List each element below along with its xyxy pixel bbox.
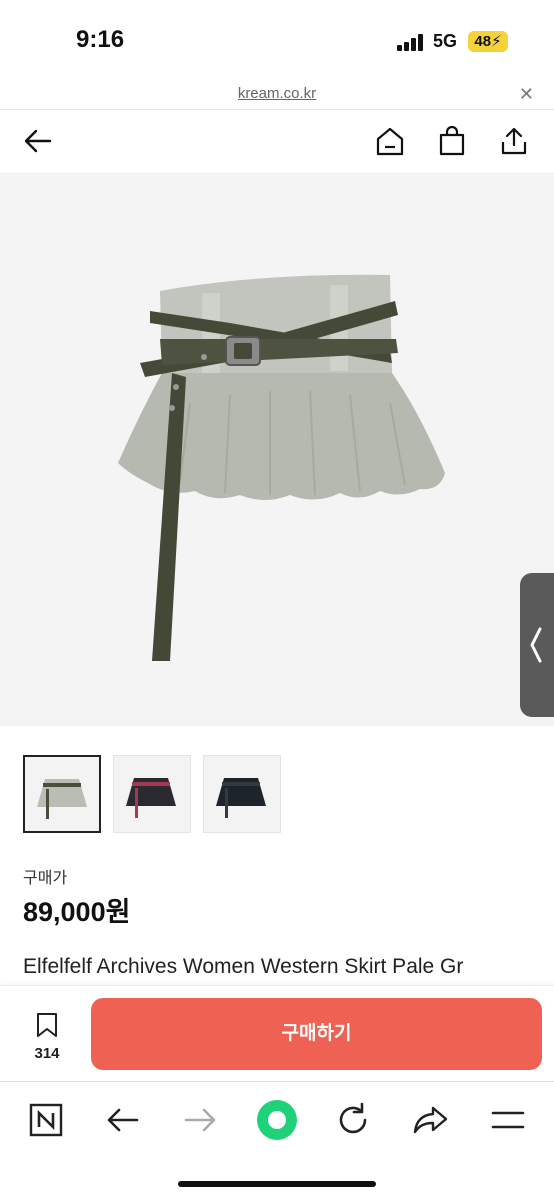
home-icon[interactable] — [374, 125, 406, 157]
back-arrow-icon[interactable] — [22, 125, 54, 157]
network-label: 5G — [433, 31, 458, 51]
share-icon[interactable] — [498, 125, 530, 157]
wishlist-count: 314 — [34, 1045, 60, 1062]
url-bar[interactable]: kream.co.kr ✕ — [0, 80, 554, 110]
chevron-left-icon[interactable] — [520, 573, 554, 717]
shopping-bag-icon[interactable] — [436, 125, 468, 157]
side-panel-tab[interactable] — [520, 573, 554, 717]
thumbnail-strip — [0, 726, 554, 844]
buy-bar: 314 구매하기 — [0, 985, 554, 1080]
naver-icon[interactable] — [24, 1100, 68, 1140]
thumbnail-image — [37, 779, 87, 819]
buy-button[interactable]: 구매하기 — [91, 998, 542, 1070]
home-indicator — [178, 1181, 376, 1187]
price-label: 구매가 — [23, 870, 68, 887]
app-header — [0, 111, 554, 173]
signal-icon — [397, 33, 427, 51]
menu-icon[interactable] — [486, 1100, 530, 1140]
thumbnail-black-red[interactable] — [113, 755, 191, 833]
thumbnail-pale-gray[interactable] — [23, 755, 101, 833]
skirt-illustration — [118, 274, 445, 661]
product-title: Elfelfelf Archives Women Western Skirt P… — [23, 955, 464, 978]
reload-icon[interactable] — [332, 1100, 376, 1140]
wishlist-button[interactable]: 314 — [22, 1012, 72, 1062]
bookmark-icon[interactable] — [35, 1012, 59, 1038]
product-image[interactable] — [0, 173, 554, 726]
thumbnail-image — [126, 778, 176, 818]
price-value: 89,000원 — [23, 897, 131, 927]
close-icon[interactable]: ✕ — [519, 84, 534, 105]
share-icon[interactable] — [409, 1100, 453, 1140]
green-dot-icon[interactable] — [255, 1098, 299, 1142]
battery-icon: 48⚡ — [468, 31, 508, 52]
forward-icon[interactable] — [178, 1100, 222, 1140]
status-bar: 9:16 5G 48⚡ — [0, 0, 554, 80]
battery-level: 48 — [474, 33, 492, 50]
status-time: 9:16 — [76, 26, 125, 53]
thumbnail-image — [216, 778, 266, 818]
back-icon[interactable] — [101, 1100, 145, 1140]
url-domain[interactable]: kream.co.kr — [0, 85, 554, 102]
thumbnail-black[interactable] — [203, 755, 281, 833]
